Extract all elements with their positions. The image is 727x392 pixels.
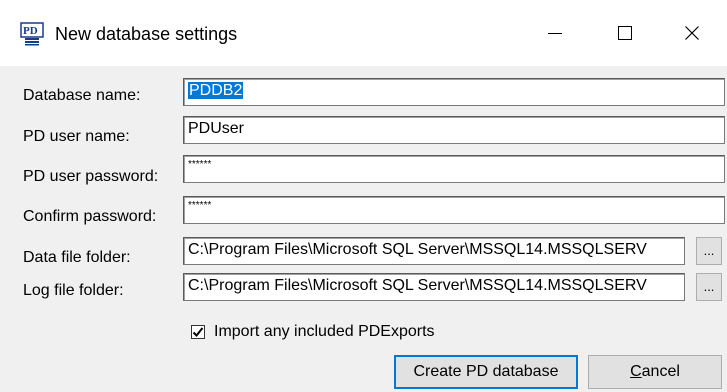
user-password-label: PD user password: (23, 168, 159, 185)
log-folder-input[interactable]: C:\Program Files\Microsoft SQL Server\MS… (183, 273, 685, 301)
user-name-label: PD user name: (23, 128, 130, 145)
data-folder-input[interactable]: C:\Program Files\Microsoft SQL Server\MS… (183, 237, 685, 265)
confirm-password-input[interactable]: ****** (183, 196, 725, 224)
checkmark-icon (192, 327, 204, 337)
import-pdexports-option[interactable]: Import any included PDExports (191, 322, 435, 342)
title-bar[interactable]: PD New database settings (0, 0, 727, 66)
log-folder-label: Log file folder: (23, 282, 124, 299)
import-pdexports-checkbox[interactable] (191, 325, 205, 339)
database-name-value: PDDB2 (188, 82, 244, 99)
database-name-label: Database name: (23, 87, 141, 104)
import-pdexports-label: Import any included PDExports (214, 323, 435, 340)
create-pd-database-button[interactable]: Create PD database (394, 355, 578, 389)
close-button[interactable] (657, 8, 727, 58)
dialog-window: PD New database settings Database name: … (0, 0, 727, 392)
log-folder-browse-button[interactable]: ... (696, 273, 722, 301)
minimize-icon (548, 33, 562, 34)
cancel-label-rest: ancel (641, 363, 680, 380)
database-name-input[interactable]: PDDB2 (183, 78, 725, 106)
maximize-icon (618, 26, 632, 40)
svg-text:PD: PD (23, 25, 38, 37)
cancel-mnemonic: C (630, 363, 642, 380)
close-icon (685, 26, 699, 40)
data-folder-browse-button[interactable]: ... (696, 237, 722, 265)
window-title: New database settings (55, 24, 238, 44)
pd-database-icon: PD (20, 22, 44, 46)
user-name-input[interactable]: PDUser (183, 116, 725, 144)
data-folder-label: Data file folder: (23, 249, 131, 266)
cancel-button[interactable]: Cancel (588, 355, 722, 389)
user-password-input[interactable]: ****** (183, 155, 725, 183)
minimize-button[interactable] (520, 8, 590, 58)
confirm-password-label: Confirm password: (23, 208, 157, 225)
maximize-button[interactable] (590, 8, 660, 58)
